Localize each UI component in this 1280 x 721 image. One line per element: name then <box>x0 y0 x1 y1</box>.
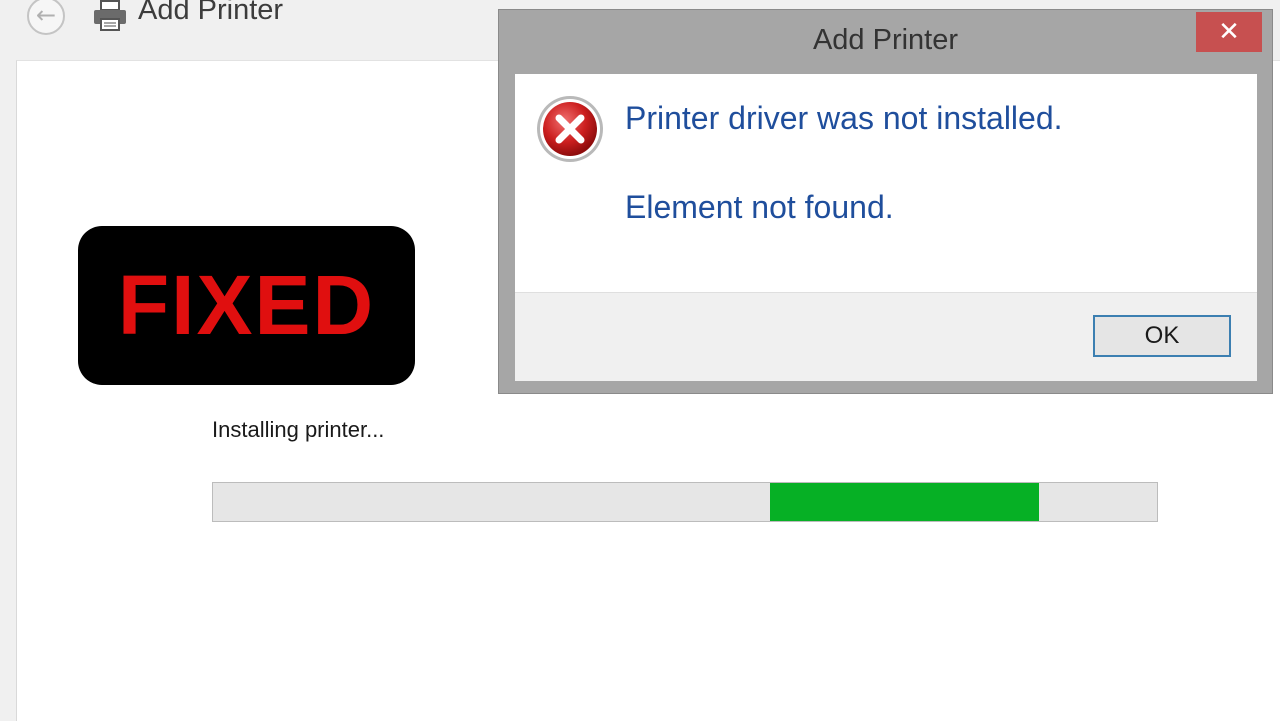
printer-icon <box>94 0 126 31</box>
close-icon: ✕ <box>1218 17 1240 47</box>
ok-button[interactable]: OK <box>1093 315 1231 357</box>
progress-fill <box>769 483 1039 521</box>
progress-bar <box>212 482 1158 522</box>
back-arrow-icon: ← <box>35 1 57 29</box>
dialog-content: Printer driver was not installed. Elemen… <box>515 74 1257 292</box>
error-detail: Element not found. <box>625 189 894 225</box>
error-icon <box>537 96 603 162</box>
dialog-footer: OK <box>515 292 1257 381</box>
fixed-badge-text: FIXED <box>117 258 376 352</box>
error-message: Printer driver was not installed. <box>625 100 1063 136</box>
dialog-title: Add Printer <box>812 24 959 56</box>
back-button[interactable]: ← <box>27 0 65 35</box>
wizard-title: Add Printer <box>138 0 284 26</box>
close-button[interactable]: ✕ <box>1196 12 1262 52</box>
installing-status: Installing printer... <box>212 417 385 442</box>
error-dialog: Add Printer ✕ Printer driver was not ins… <box>498 9 1273 394</box>
fixed-badge: FIXED <box>78 226 415 385</box>
